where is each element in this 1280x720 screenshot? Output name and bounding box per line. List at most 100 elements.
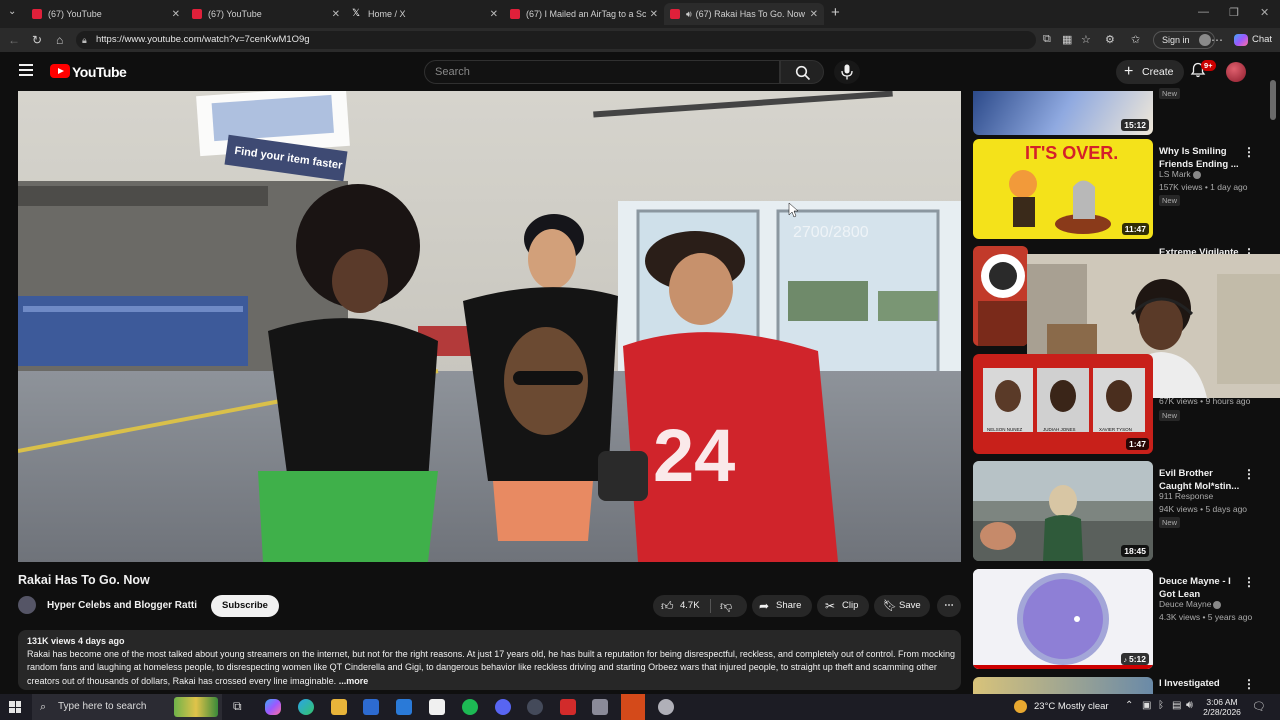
recommended-video[interactable]: NELSON NUNEZ JUDIAH JONES XAVIER TYSON 1…	[973, 354, 1273, 456]
copilot-chat-button[interactable]: Chat	[1234, 31, 1272, 49]
favorites-icon[interactable]: ✩	[1131, 33, 1140, 46]
video-thumbnail[interactable]	[973, 246, 1028, 346]
close-tab-icon[interactable]: ✕	[650, 9, 658, 20]
close-tab-icon[interactable]: ✕	[332, 9, 340, 20]
chrome-icon[interactable]	[658, 699, 674, 715]
home-icon[interactable]: ⌂	[56, 33, 63, 47]
channel-name[interactable]: LS Mark	[1159, 169, 1201, 179]
copilot-taskbar-icon[interactable]	[265, 699, 281, 715]
network-icon[interactable]: ▤	[1172, 700, 1181, 711]
video-thumbnail[interactable]: 18:45	[973, 461, 1153, 561]
windows-start-icon[interactable]	[9, 701, 21, 713]
channel-name[interactable]: Hyper Celebs and Blogger Ratti	[47, 600, 197, 611]
close-tab-icon[interactable]: ✕	[172, 9, 180, 20]
file-explorer-icon[interactable]	[331, 699, 347, 715]
video-app-icon[interactable]	[560, 699, 576, 715]
user-avatar[interactable]	[1226, 62, 1246, 82]
clip-label: Clip	[842, 600, 859, 611]
create-button[interactable]: + Create	[1116, 60, 1184, 84]
browser-tab-active[interactable]: 🔊︎ (67) Rakai Has To Go. Now - Y ✕	[664, 3, 824, 25]
browser-tab[interactable]: (67) I Mailed an AirTag to a Scamm ✕	[504, 3, 664, 25]
recommended-video[interactable]: 18:45 Evil Brother Caught Mol*stin... 91…	[973, 461, 1273, 563]
obs-icon[interactable]	[621, 694, 645, 720]
bluetooth-icon[interactable]: ᛒ	[1158, 700, 1164, 711]
close-tab-icon[interactable]: ✕	[810, 9, 818, 20]
extensions-icon[interactable]: ⚙	[1105, 33, 1115, 46]
recommended-video[interactable]: 15:12 New	[973, 88, 1273, 135]
video-thumbnail[interactable]: IT'S OVER. 11:47	[973, 139, 1153, 239]
more-actions-button[interactable]: ⋯	[937, 595, 961, 617]
shield-app-icon[interactable]	[592, 699, 608, 715]
spotify-icon[interactable]	[462, 699, 478, 715]
browser-tab[interactable]: (67) YouTube ✕	[186, 3, 346, 25]
edge-browser-icon[interactable]	[298, 699, 314, 715]
more-actions-icon[interactable]: ⋮	[1243, 467, 1255, 481]
channel-name[interactable]: Deuce Mayne	[1159, 599, 1222, 609]
mail-icon[interactable]	[396, 699, 412, 715]
volume-icon[interactable]: 🔊︎	[1186, 699, 1193, 712]
microphone-icon	[841, 64, 853, 80]
menu-hamburger-icon[interactable]	[19, 64, 33, 76]
task-view-icon[interactable]: ⧉	[233, 699, 249, 715]
translate-icon[interactable]: ⧉	[1043, 33, 1051, 46]
dislike-button[interactable]: 👎︎	[711, 595, 747, 617]
video-title[interactable]: Why Is Smiling Friends Ending ...	[1159, 145, 1243, 171]
close-window-icon[interactable]: ✕	[1260, 6, 1269, 19]
search-button[interactable]	[780, 60, 824, 84]
search-placeholder: Search	[435, 66, 470, 78]
reader-view-icon[interactable]: ▦	[1062, 33, 1072, 46]
tray-app-icon[interactable]: ▣	[1142, 700, 1151, 711]
audio-playing-icon[interactable]: 🔊︎	[686, 9, 692, 20]
show-more-link[interactable]: ...more	[339, 676, 369, 686]
youtube-logo-icon[interactable]	[50, 64, 70, 78]
channel-name[interactable]: 911 Response	[1159, 491, 1213, 501]
store-icon[interactable]	[363, 699, 379, 715]
tray-overflow-icon[interactable]: ⌃	[1125, 700, 1133, 711]
share-button[interactable]: ➦ Share	[752, 595, 812, 617]
discord-icon[interactable]	[495, 699, 511, 715]
video-title[interactable]: Deuce Mayne - I Got Lean	[1159, 575, 1243, 601]
taskbar-clock[interactable]: 3:06 AM 2/28/2026	[1200, 697, 1244, 717]
close-tab-icon[interactable]: ✕	[490, 9, 498, 20]
maximize-window-icon[interactable]: ❐	[1229, 6, 1239, 19]
more-actions-icon[interactable]: ⋮	[1243, 677, 1255, 691]
channel-avatar[interactable]	[18, 596, 36, 614]
reload-icon[interactable]: ↻	[32, 33, 42, 47]
video-thumbnail[interactable]: ♪ 5:12	[973, 569, 1153, 669]
browser-sign-in-button[interactable]: Sign in	[1153, 31, 1215, 49]
weather-text[interactable]: 23°C Mostly clear	[1034, 694, 1109, 720]
clip-button[interactable]: ✂ Clip	[817, 595, 869, 617]
video-title[interactable]: Evil Brother Caught Mol*stin...	[1159, 467, 1243, 493]
more-actions-icon[interactable]: ⋮	[1243, 145, 1255, 159]
app-icon[interactable]	[527, 699, 543, 715]
youtube-logo-text[interactable]: YouTube	[72, 64, 127, 80]
minimize-window-icon[interactable]: —	[1198, 6, 1209, 18]
save-button[interactable]: 🔖︎ Save	[874, 595, 930, 617]
site-info-icon[interactable]: 🔒︎	[82, 31, 87, 49]
search-input[interactable]: Search	[424, 60, 780, 84]
browser-tab[interactable]: 𝕏 Home / X ✕	[346, 3, 504, 25]
document-icon[interactable]	[429, 699, 445, 715]
voice-search-button[interactable]	[834, 60, 860, 84]
more-actions-icon[interactable]: ⋮	[1243, 575, 1255, 589]
taskbar-search-input[interactable]: ⌕ Type here to search	[32, 694, 222, 720]
video-thumbnail[interactable]: NELSON NUNEZ JUDIAH JONES XAVIER TYSON 1…	[973, 354, 1153, 454]
recommended-video[interactable]: I Investigated ⋮	[973, 677, 1273, 694]
subscribe-button[interactable]: Subscribe	[211, 595, 279, 617]
browser-tab[interactable]: (67) YouTube ✕	[26, 3, 186, 25]
video-thumbnail[interactable]: 15:12	[973, 91, 1153, 135]
like-button[interactable]: 👍︎ 4.7K	[653, 595, 709, 617]
new-tab-plus-icon[interactable]: +	[831, 4, 840, 21]
video-player[interactable]: Find your item faster 24 2700/2800	[18, 91, 961, 562]
back-arrow-icon[interactable]: ←	[8, 33, 20, 47]
tab-actions-chevron-icon[interactable]: ⌄	[8, 6, 16, 17]
favorite-star-icon[interactable]: ☆	[1081, 33, 1091, 46]
video-title[interactable]: I Investigated	[1159, 677, 1243, 690]
recommended-video[interactable]: IT'S OVER. 11:47 Why Is Smiling Friends …	[973, 139, 1273, 241]
recommended-video[interactable]: ♪ 5:12 Deuce Mayne - I Got Lean Deuce Ma…	[973, 569, 1273, 671]
notification-center-icon[interactable]: 🗨︎	[1252, 700, 1266, 713]
page-scrollbar-thumb[interactable]	[1270, 80, 1276, 120]
video-thumbnail[interactable]	[973, 677, 1153, 694]
browser-menu-icon[interactable]: ⋯	[1211, 33, 1223, 47]
address-bar[interactable]: 🔒︎ https://www.youtube.com/watch?v=7cenK…	[76, 31, 1036, 49]
